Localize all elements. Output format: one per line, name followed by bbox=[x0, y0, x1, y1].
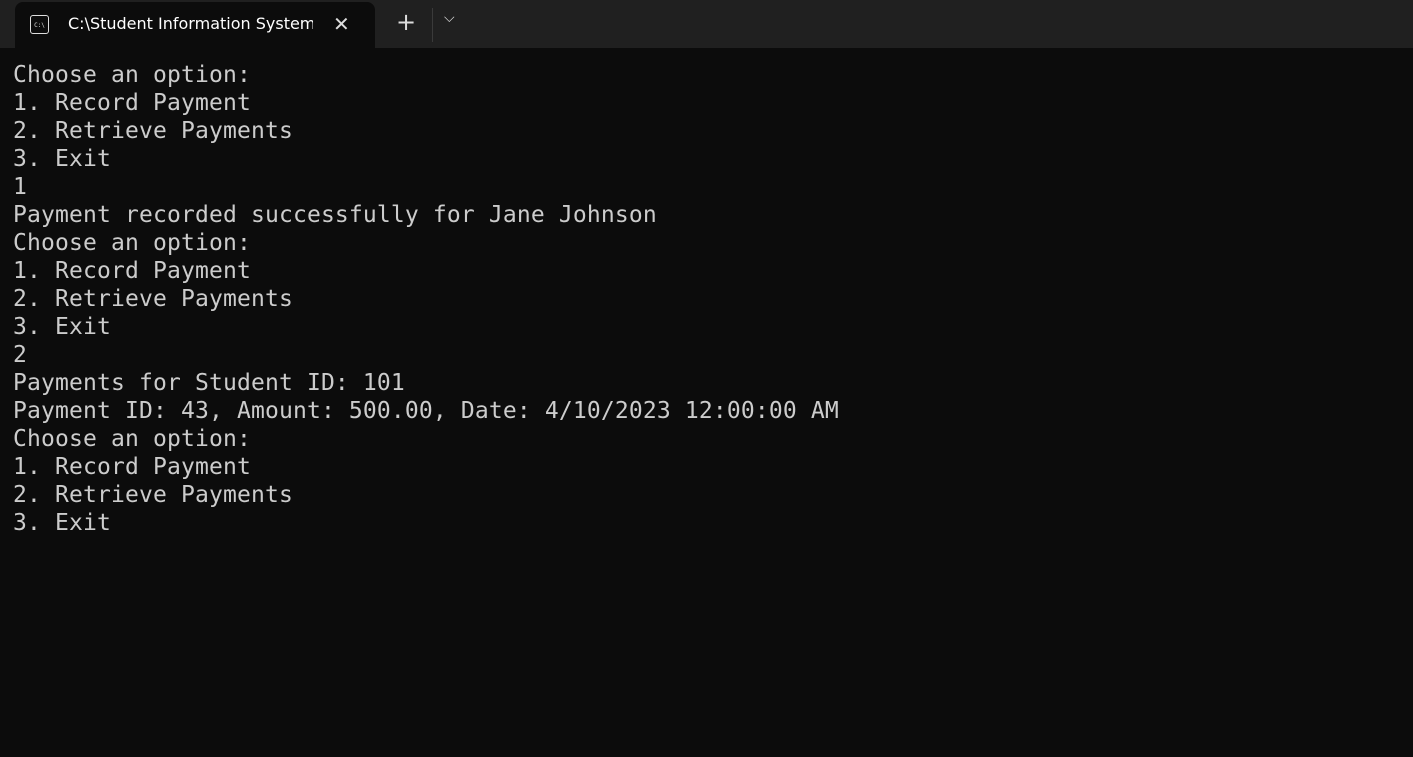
divider bbox=[432, 8, 433, 42]
console-line: Payment ID: 43, Amount: 500.00, Date: 4/… bbox=[13, 398, 839, 424]
tab-title: C:\Student Information System bbox=[68, 14, 313, 33]
new-tab-button[interactable]: + bbox=[396, 8, 416, 36]
title-bar: C:\ C:\Student Information System ✕ + ⌵ bbox=[0, 0, 1413, 48]
console-output[interactable]: Choose an option: 1. Record Payment 2. Ret… bbox=[13, 61, 1413, 757]
console-line: 1. Record Payment bbox=[13, 258, 251, 284]
console-line: Payment recorded successfully for Jane J… bbox=[13, 202, 657, 228]
console-line: 1 bbox=[13, 174, 27, 200]
console-line: 3. Exit bbox=[13, 510, 111, 536]
chevron-down-icon[interactable]: ⌵ bbox=[444, 10, 455, 26]
console-line: 2 bbox=[13, 342, 27, 368]
console-icon: C:\ bbox=[30, 15, 49, 34]
console-line: 2. Retrieve Payments bbox=[13, 286, 293, 312]
terminal-tab[interactable]: C:\ C:\Student Information System ✕ bbox=[15, 2, 375, 48]
console-line: 1. Record Payment bbox=[13, 90, 251, 116]
console-line: Choose an option: bbox=[13, 426, 251, 452]
console-line: Choose an option: bbox=[13, 62, 251, 88]
console-line: Choose an option: bbox=[13, 230, 251, 256]
console-line: 1. Record Payment bbox=[13, 454, 251, 480]
console-line: 3. Exit bbox=[13, 314, 111, 340]
close-tab-icon[interactable]: ✕ bbox=[333, 12, 350, 36]
console-line: Payments for Student ID: 101 bbox=[13, 370, 405, 396]
console-line: 2. Retrieve Payments bbox=[13, 118, 293, 144]
console-line: 3. Exit bbox=[13, 146, 111, 172]
console-line: 2. Retrieve Payments bbox=[13, 482, 293, 508]
